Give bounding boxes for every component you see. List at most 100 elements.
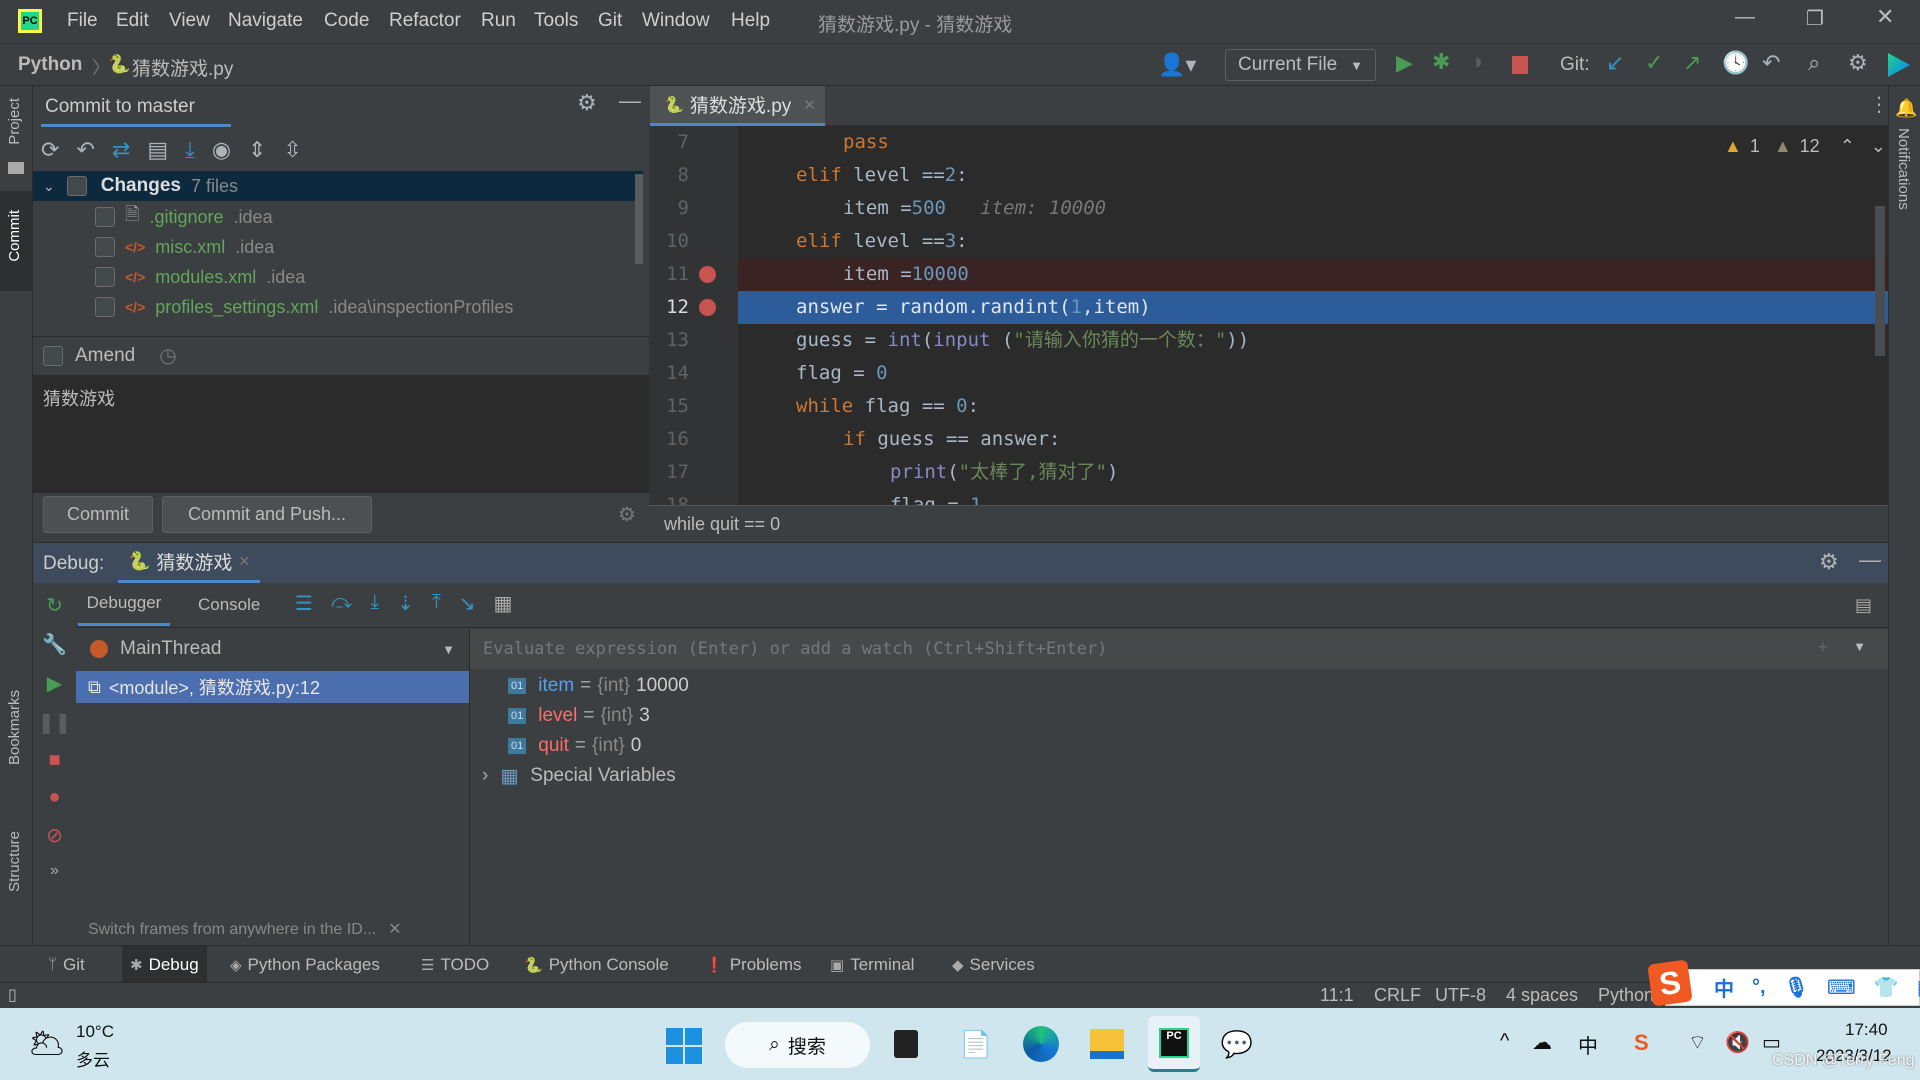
coverage-icon[interactable]: ◗ xyxy=(1472,49,1485,75)
wifi-icon[interactable]: ⌔ xyxy=(1688,1030,1707,1055)
code-line[interactable]: 7 pass xyxy=(649,126,1888,159)
code-line[interactable]: 14 flag = 0 xyxy=(649,357,1888,390)
commit-and-push-button[interactable]: Commit and Push... xyxy=(162,496,372,533)
resume-icon[interactable]: ▶ xyxy=(47,671,62,696)
debug-icon[interactable]: ✱ xyxy=(1432,49,1450,75)
file-row[interactable]: </> modules.xml .idea xyxy=(33,262,633,292)
commit-tool-tab[interactable]: Commit xyxy=(6,210,23,262)
tool-tab-git[interactable]: ᛘ Git xyxy=(40,946,93,983)
microphone-icon[interactable]: 🎙 xyxy=(1784,975,1809,1000)
hide-icon[interactable]: — xyxy=(1859,547,1881,573)
search-icon[interactable]: ⌕ xyxy=(1808,50,1820,76)
chevron-down-icon[interactable]: ⌄ xyxy=(43,178,55,195)
hide-icon[interactable]: — xyxy=(619,88,641,114)
step-into-my-code-icon[interactable]: ⇣ xyxy=(397,591,414,616)
menu-code[interactable]: Code xyxy=(324,10,369,32)
close-button[interactable]: ✕ xyxy=(1876,4,1894,30)
sogou-tray-icon[interactable]: S xyxy=(1634,1030,1649,1056)
menu-view[interactable]: View xyxy=(169,10,210,32)
file-row[interactable]: 🗎 .gitignore .idea xyxy=(33,202,633,232)
menu-edit[interactable]: Edit xyxy=(116,10,149,32)
skin-icon[interactable]: 👕 xyxy=(1874,975,1899,1000)
weather-desc[interactable]: 多云 xyxy=(76,1046,110,1071)
mute-breakpoints-icon[interactable]: ⊘ xyxy=(46,823,63,848)
more-icon[interactable]: » xyxy=(50,862,59,880)
code-area[interactable]: 7 pass 8 elif level ==2: 9 item =500 item: 10… xyxy=(649,126,1888,505)
tool-tab-problems[interactable]: ❗ Problems xyxy=(697,946,810,983)
evaluate-icon[interactable]: ▦ xyxy=(494,591,513,616)
weather-icon[interactable]: 🌥 xyxy=(28,1026,66,1061)
editor-tab[interactable]: 🐍 猜数游戏.py ✕ xyxy=(650,86,825,126)
tool-tab-debug[interactable]: ✱ Debug xyxy=(122,946,207,983)
code-line[interactable]: 10 elif level ==3: xyxy=(649,225,1888,258)
commit-tab[interactable]: Commit to master xyxy=(45,96,195,118)
expand-all-icon[interactable]: ⇕ xyxy=(248,137,266,163)
sogou-logo[interactable]: S xyxy=(1647,959,1693,1007)
volume-muted-icon[interactable]: 🔇 xyxy=(1725,1030,1750,1055)
code-line[interactable]: 11 item =10000 xyxy=(649,258,1888,291)
file-checkbox[interactable] xyxy=(95,267,115,287)
chevron-down-icon[interactable]: ▼ xyxy=(1853,639,1866,654)
tray-lang[interactable]: 中 xyxy=(1578,1030,1598,1059)
variable-row[interactable]: 01 item = {int} 10000 xyxy=(508,671,689,701)
bell-icon[interactable]: 🔔 xyxy=(1895,98,1917,119)
rollback-icon[interactable]: ↶ xyxy=(76,137,94,163)
changes-checkbox[interactable] xyxy=(66,176,87,196)
changelist-icon[interactable]: ▤ xyxy=(147,137,168,163)
menu-window[interactable]: Window xyxy=(642,10,710,32)
git-commit-icon[interactable]: ✓ xyxy=(1645,50,1663,76)
run-icon[interactable]: ▶ xyxy=(1396,50,1413,76)
settings-icon[interactable]: ⚙ xyxy=(1848,50,1868,76)
editor-scrollbar[interactable] xyxy=(1875,206,1885,356)
file-encoding[interactable]: UTF-8 xyxy=(1435,985,1486,1006)
code-line[interactable]: 17 print("太棒了,猜对了") xyxy=(649,456,1888,489)
project-tool-tab[interactable]: Project xyxy=(6,98,23,145)
edge-icon[interactable] xyxy=(1019,1022,1063,1066)
run-config-select[interactable]: Current File ▼ xyxy=(1225,49,1376,81)
view-breakpoints-icon[interactable]: ● xyxy=(48,786,60,809)
restore-button[interactable]: ❐ xyxy=(1806,6,1824,31)
pause-icon[interactable]: ❚❚ xyxy=(38,710,72,735)
tool-tab-terminal[interactable]: ▣ Terminal xyxy=(822,946,922,983)
close-icon[interactable]: ✕ xyxy=(238,553,250,570)
rollback-icon[interactable]: ↶ xyxy=(1762,50,1780,76)
show-hidden-icons[interactable]: ^ xyxy=(1500,1030,1509,1053)
console-tab[interactable]: Console xyxy=(198,595,260,615)
toolbox-icon[interactable] xyxy=(1888,53,1910,77)
add-watch-icon[interactable]: + xyxy=(1817,637,1828,658)
file-row[interactable]: </> profiles_settings.xml .idea\inspection… xyxy=(33,292,633,322)
file-explorer-icon[interactable] xyxy=(1085,1022,1129,1066)
bookmarks-tool-tab[interactable]: Bookmarks xyxy=(6,690,23,765)
refresh-icon[interactable]: ⟳ xyxy=(41,137,59,163)
ime-punct[interactable]: °, xyxy=(1752,976,1766,999)
file-checkbox[interactable] xyxy=(95,207,115,227)
code-line[interactable]: 13 guess = int(input ("请输入你猜的一个数：")) xyxy=(649,324,1888,357)
code-line[interactable]: 18 flag = 1 xyxy=(649,489,1888,505)
chevron-right-icon[interactable]: › xyxy=(482,765,488,787)
code-line[interactable]: 8 elif level ==2: xyxy=(649,159,1888,192)
special-variables-node[interactable]: › ▦ Special Variables xyxy=(482,761,676,791)
pycharm-taskbar-icon[interactable]: PC xyxy=(1148,1016,1200,1072)
caret-position[interactable]: 11:1 xyxy=(1320,985,1354,1006)
variable-row[interactable]: 01 quit = {int} 0 xyxy=(508,731,641,761)
menu-refactor[interactable]: Refactor xyxy=(389,10,461,32)
search-box[interactable]: ⌕ 搜索 xyxy=(725,1022,870,1068)
debug-session-tab[interactable]: 🐍 猜数游戏 ✕ xyxy=(118,543,261,583)
collapse-all-icon[interactable]: ⇳ xyxy=(283,137,301,163)
task-view-icon[interactable] xyxy=(884,1022,928,1066)
step-into-icon[interactable]: ⤓ xyxy=(370,591,379,616)
clock-time[interactable]: 17:40 xyxy=(1845,1020,1888,1040)
ime-toolbar[interactable]: 中 °, 🎙 ⌨ 👕 ▦ xyxy=(1665,969,1920,1006)
variable-row[interactable]: 01 level = {int} 3 xyxy=(508,701,650,731)
settings-icon[interactable]: ⚙ xyxy=(618,502,636,527)
chevron-up-icon[interactable]: ⌃ xyxy=(1840,136,1855,157)
layout-icon[interactable]: ▤ xyxy=(1855,595,1872,616)
inspection-widget[interactable]: ▲ 1 ▲ 12 ⌃ ⌄ xyxy=(1724,136,1886,157)
breakpoint-icon[interactable] xyxy=(699,299,716,316)
start-button[interactable] xyxy=(666,1028,702,1064)
amend-label[interactable]: Amend xyxy=(75,345,135,367)
menu-file[interactable]: File xyxy=(67,10,98,32)
code-line[interactable]: 9 item =500 item: 10000 xyxy=(649,192,1888,225)
user-icon[interactable]: 👤▾ xyxy=(1158,52,1196,78)
stop-icon[interactable] xyxy=(1512,56,1528,74)
